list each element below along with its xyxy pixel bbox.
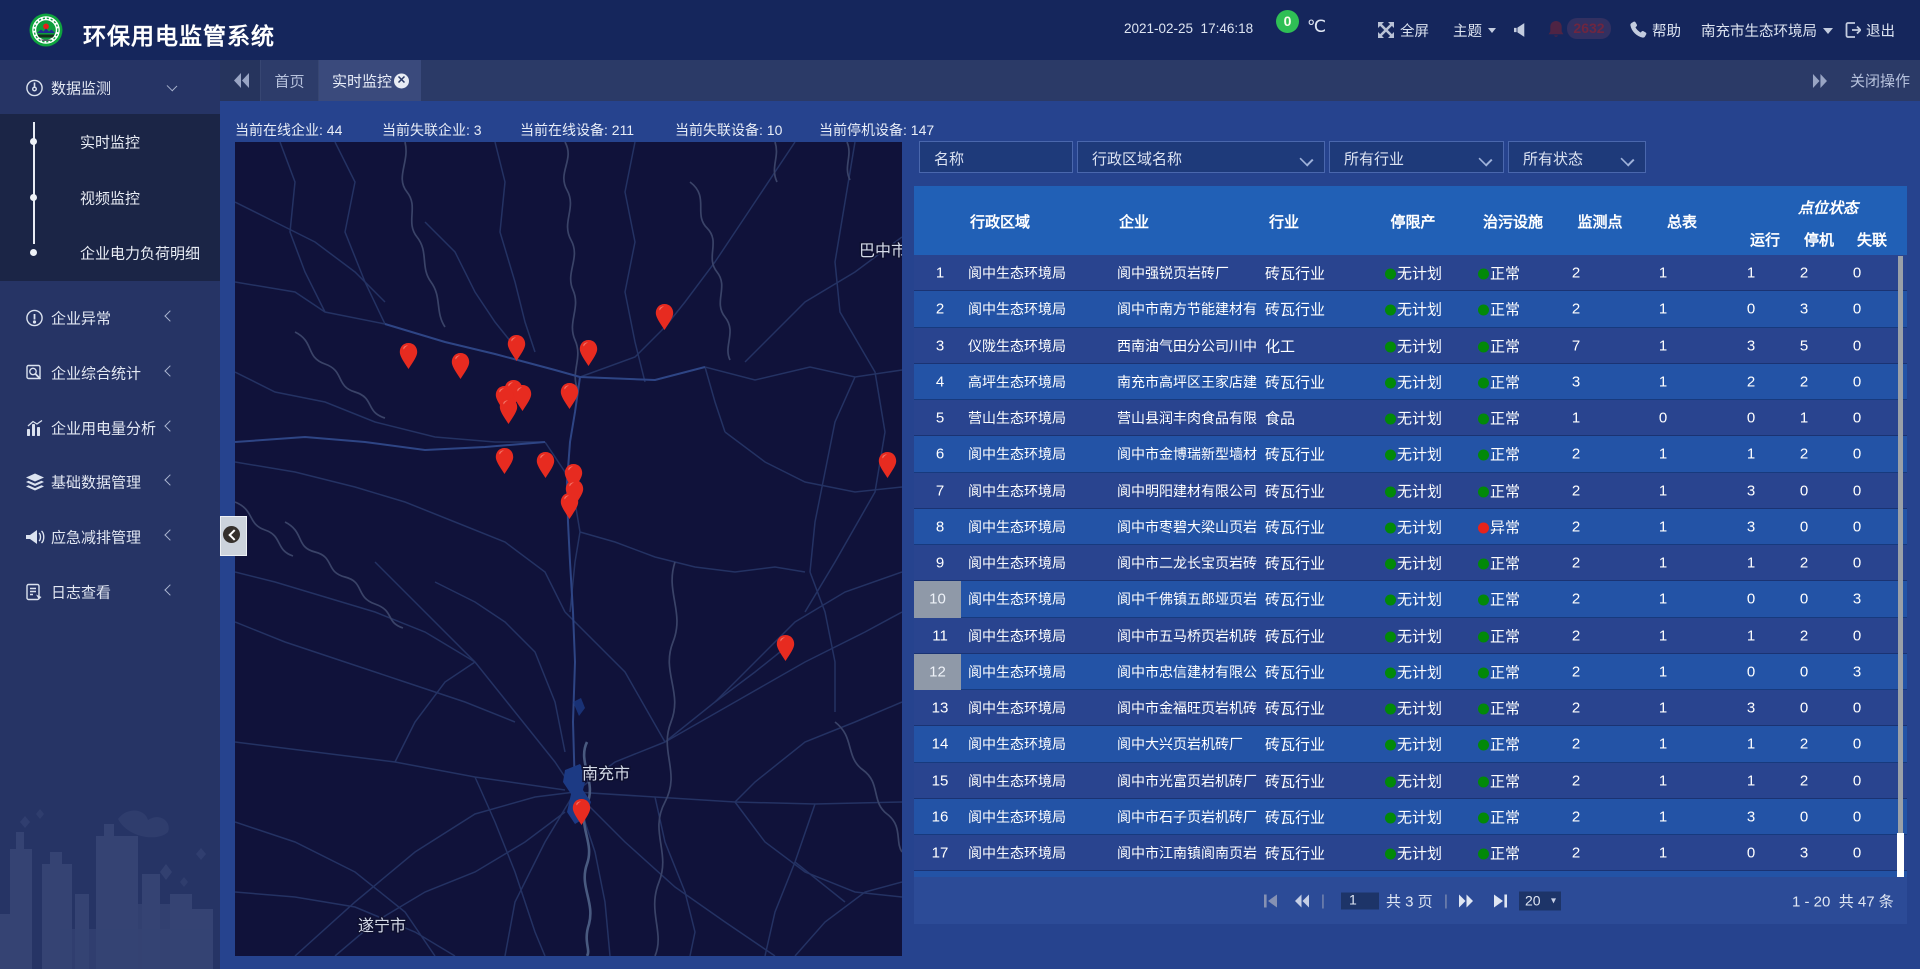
svg-text:南充市: 南充市 [582,765,630,783]
svg-text:遂宁市: 遂宁市 [358,917,406,935]
svg-text:巴中市: 巴中市 [859,242,902,260]
